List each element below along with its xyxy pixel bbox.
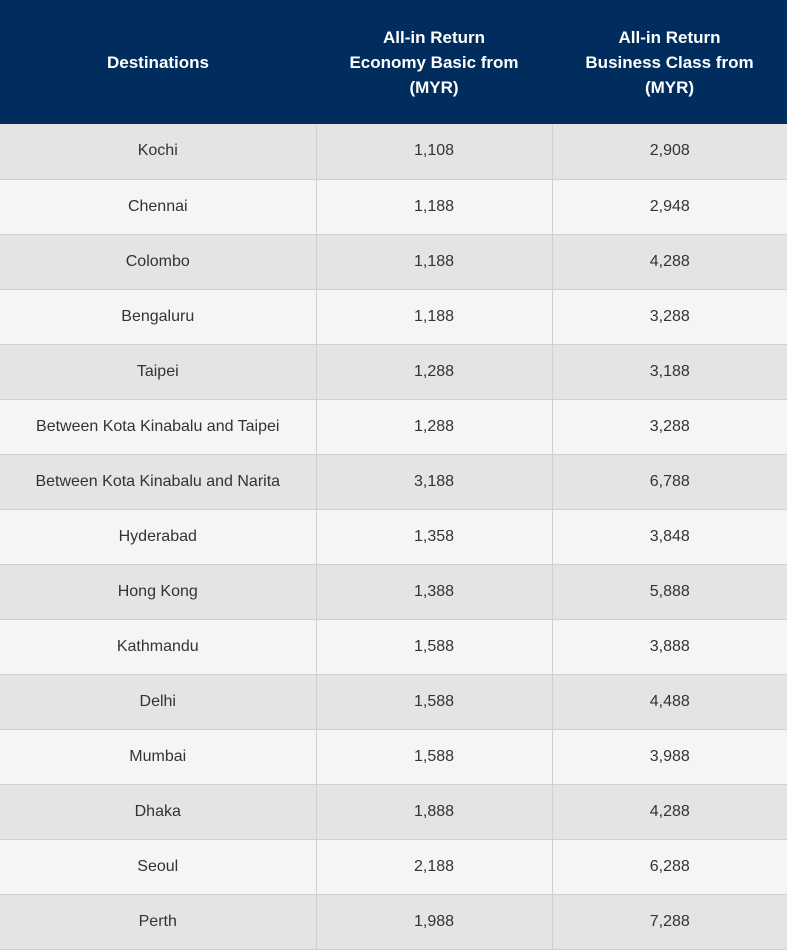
table-row: Seoul 2,188 6,288 bbox=[0, 839, 787, 895]
business-fare-cell: 7,288 bbox=[552, 894, 787, 950]
economy-fare-cell: 1,188 bbox=[316, 234, 553, 290]
destination-cell: Chennai bbox=[0, 179, 317, 235]
destination-cell: Between Kota Kinabalu and Taipei bbox=[0, 399, 317, 455]
business-fare-cell: 6,288 bbox=[552, 839, 787, 895]
table-row: Delhi 1,588 4,488 bbox=[0, 674, 787, 730]
business-fare-cell: 4,288 bbox=[552, 784, 787, 840]
destination-cell: Hong Kong bbox=[0, 564, 317, 620]
business-fare-cell: 6,788 bbox=[552, 454, 787, 510]
business-fare-cell: 4,288 bbox=[552, 234, 787, 290]
economy-fare-cell: 1,358 bbox=[316, 509, 553, 565]
destination-cell: Bengaluru bbox=[0, 289, 317, 345]
destination-cell: Between Kota Kinabalu and Narita bbox=[0, 454, 317, 510]
table-row: Dhaka 1,888 4,288 bbox=[0, 784, 787, 840]
destination-cell: Seoul bbox=[0, 839, 317, 895]
business-fare-cell: 5,888 bbox=[552, 564, 787, 620]
fares-table-header: Destinations All-in Return Economy Basic… bbox=[0, 0, 787, 124]
business-fare-cell: 3,988 bbox=[552, 729, 787, 785]
header-row: Destinations All-in Return Economy Basic… bbox=[0, 0, 787, 124]
table-row: Hong Kong 1,388 5,888 bbox=[0, 564, 787, 620]
table-row: Chennai 1,188 2,948 bbox=[0, 179, 787, 235]
business-fare-cell: 4,488 bbox=[552, 674, 787, 730]
destination-cell: Perth bbox=[0, 894, 317, 950]
destination-cell: Kathmandu bbox=[0, 619, 317, 675]
table-row: Mumbai 1,588 3,988 bbox=[0, 729, 787, 785]
economy-fare-cell: 1,988 bbox=[316, 894, 553, 950]
business-fare-cell: 2,908 bbox=[552, 124, 787, 180]
economy-fare-cell: 1,588 bbox=[316, 619, 553, 675]
business-fare-cell: 3,848 bbox=[552, 509, 787, 565]
header-destinations: Destinations bbox=[0, 0, 316, 124]
business-fare-cell: 3,288 bbox=[552, 289, 787, 345]
destination-cell: Kochi bbox=[0, 124, 317, 180]
destination-cell: Taipei bbox=[0, 344, 317, 400]
business-fare-cell: 2,948 bbox=[552, 179, 787, 235]
economy-fare-cell: 3,188 bbox=[316, 454, 553, 510]
economy-fare-cell: 1,888 bbox=[316, 784, 553, 840]
economy-fare-cell: 1,588 bbox=[316, 674, 553, 730]
economy-fare-cell: 1,288 bbox=[316, 399, 553, 455]
table-row: Bengaluru 1,188 3,288 bbox=[0, 289, 787, 345]
fares-table: Destinations All-in Return Economy Basic… bbox=[0, 0, 787, 950]
fares-table-body: Kochi 1,108 2,908 Chennai 1,188 2,948 Co… bbox=[0, 124, 787, 950]
destination-cell: Colombo bbox=[0, 234, 317, 290]
table-row: Between Kota Kinabalu and Taipei 1,288 3… bbox=[0, 399, 787, 455]
table-row: Taipei 1,288 3,188 bbox=[0, 344, 787, 400]
table-row: Between Kota Kinabalu and Narita 3,188 6… bbox=[0, 454, 787, 510]
destination-cell: Delhi bbox=[0, 674, 317, 730]
header-business-class: All-in Return Business Class from (MYR) bbox=[552, 0, 787, 124]
economy-fare-cell: 1,588 bbox=[316, 729, 553, 785]
business-fare-cell: 3,288 bbox=[552, 399, 787, 455]
table-row: Perth 1,988 7,288 bbox=[0, 894, 787, 950]
economy-fare-cell: 1,388 bbox=[316, 564, 553, 620]
destination-cell: Dhaka bbox=[0, 784, 317, 840]
destination-cell: Mumbai bbox=[0, 729, 317, 785]
economy-fare-cell: 1,188 bbox=[316, 179, 553, 235]
economy-fare-cell: 2,188 bbox=[316, 839, 553, 895]
business-fare-cell: 3,888 bbox=[552, 619, 787, 675]
business-fare-cell: 3,188 bbox=[552, 344, 787, 400]
destination-cell: Hyderabad bbox=[0, 509, 317, 565]
table-row: Kochi 1,108 2,908 bbox=[0, 124, 787, 180]
economy-fare-cell: 1,108 bbox=[316, 124, 553, 180]
economy-fare-cell: 1,188 bbox=[316, 289, 553, 345]
table-row: Hyderabad 1,358 3,848 bbox=[0, 509, 787, 565]
economy-fare-cell: 1,288 bbox=[316, 344, 553, 400]
table-row: Kathmandu 1,588 3,888 bbox=[0, 619, 787, 675]
table-row: Colombo 1,188 4,288 bbox=[0, 234, 787, 290]
header-economy-basic: All-in Return Economy Basic from (MYR) bbox=[316, 0, 552, 124]
